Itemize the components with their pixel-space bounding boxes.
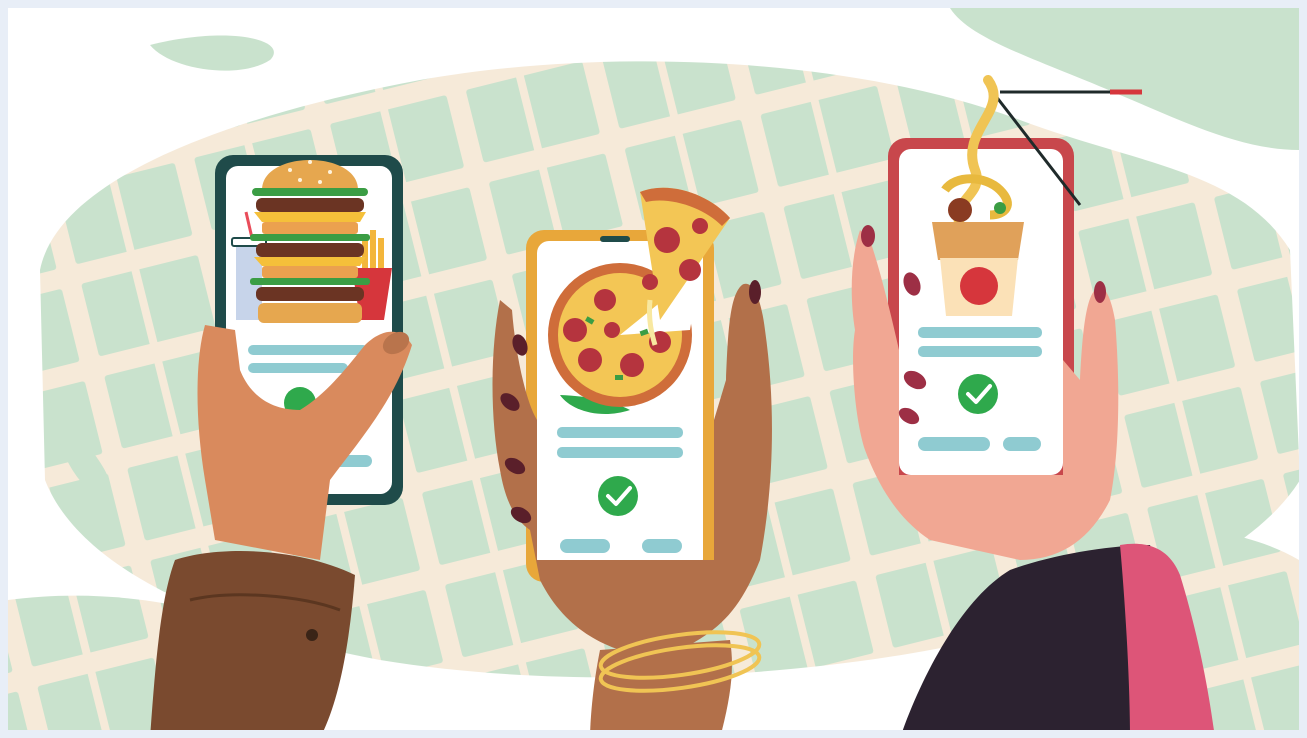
food-delivery-illustration [8, 8, 1299, 730]
order-text-bar [248, 363, 348, 373]
order-text-bar [248, 345, 368, 355]
order-text-bar [918, 327, 1042, 338]
order-text-bar [557, 447, 683, 458]
brown-jacket-sleeve [150, 551, 355, 730]
order-text-bar [557, 427, 683, 438]
check-circle-icon [958, 374, 998, 414]
order-text-bar [918, 346, 1042, 357]
check-circle-icon [598, 476, 638, 516]
